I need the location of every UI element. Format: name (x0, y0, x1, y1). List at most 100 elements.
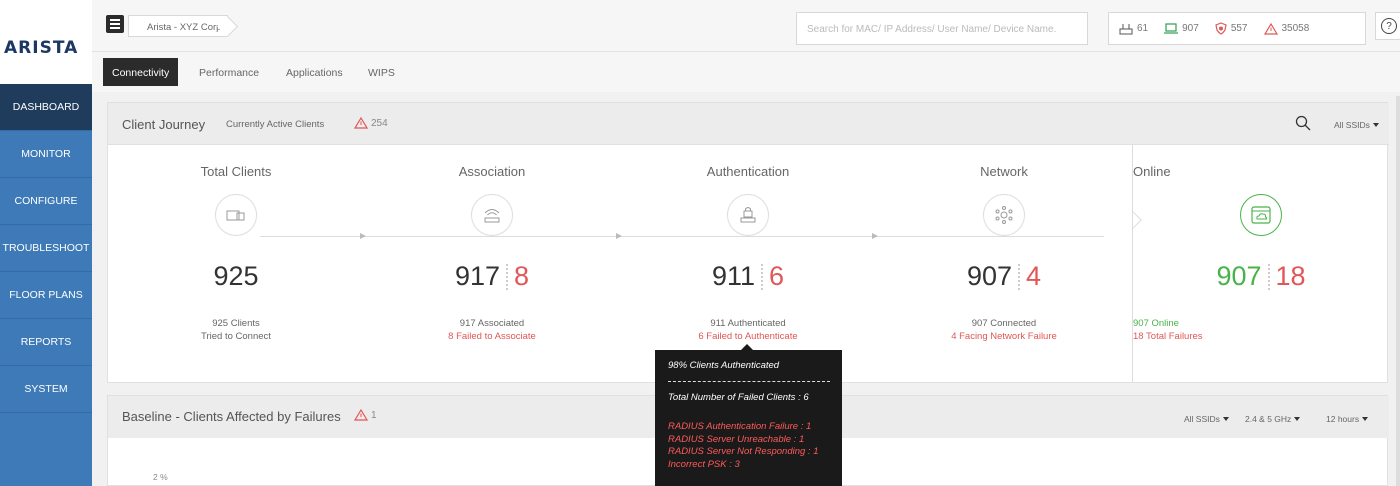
logo-text: ARISTA (4, 38, 79, 58)
caret-down-icon (1362, 417, 1369, 421)
network-gear-icon (983, 194, 1025, 236)
tab-bar: Connectivity Performance Applications WI… (92, 52, 1400, 92)
warning-icon (354, 117, 368, 129)
tab-connectivity[interactable]: Connectivity (103, 58, 179, 86)
stage-count: 917 (454, 261, 501, 291)
online-line: 907 Online (1133, 318, 1179, 329)
sidebar-item-reports[interactable]: REPORTS (0, 319, 92, 366)
baseline-title: Baseline - Clients Affected by Failures (122, 409, 341, 424)
stage-fail-line[interactable]: 6 Failed to Authenticate (620, 330, 876, 343)
status-counters: 61 907 557 35058 (1108, 12, 1366, 45)
ssid-dropdown[interactable]: All SSIDs (1334, 120, 1379, 130)
access-point-count: 61 (1137, 23, 1149, 34)
sidebar-item-floor-plans[interactable]: FLOOR PLANS (0, 272, 92, 319)
ssid-dropdown-label: All SSIDs (1334, 120, 1370, 130)
client-journey-header: Client Journey Currently Active Clients … (108, 103, 1389, 145)
stage-summary: 907 Connected 4 Facing Network Failure (876, 317, 1132, 343)
stage-line: Tried to Connect (201, 331, 271, 342)
stage-numbers: 917 8 (364, 261, 620, 292)
search-input[interactable]: Search for MAC/ IP Address/ User Name/ D… (796, 12, 1088, 45)
search-icon[interactable] (1295, 115, 1311, 131)
card-title: Client Journey (122, 117, 206, 132)
warning-icon (354, 409, 368, 421)
access-point-icon (1119, 23, 1133, 34)
stage-numbers: 911 6 (620, 261, 876, 292)
page-scrollbar[interactable] (1396, 96, 1400, 486)
breadcrumb[interactable]: Arista - XYZ Corp (128, 15, 228, 37)
help-icon: ? (1381, 18, 1397, 34)
dropdown-label: All SSIDs (1184, 414, 1220, 424)
baseline-alerts[interactable]: 1 (354, 409, 377, 421)
hamburger-menu-icon[interactable] (106, 15, 124, 33)
sidebar-item-dashboard[interactable]: DASHBOARD (0, 84, 92, 131)
ssid-dropdown[interactable]: All SSIDs (1184, 414, 1229, 424)
client-counter[interactable]: 907 (1164, 23, 1199, 34)
stage-summary: 907 Online 18 Total Failures (1133, 317, 1389, 343)
stage-fail-count: 8 (514, 261, 530, 291)
stage-line: 917 Associated (459, 318, 525, 329)
alert-count: 254 (371, 117, 388, 129)
stage-fail-count: 4 (1026, 261, 1042, 291)
sidebar-item-configure[interactable]: CONFIGURE (0, 178, 92, 225)
failure-item: RADIUS Server Not Responding : 1 (668, 446, 819, 457)
sidebar: ARISTA DASHBOARD MONITOR CONFIGURE TROUB… (0, 0, 92, 486)
tab-applications[interactable]: Applications (277, 58, 352, 86)
alert-counter[interactable]: 35058 (1263, 22, 1310, 35)
number-divider (506, 263, 509, 290)
dropdown-label: 2.4 & 5 GHz (1245, 414, 1292, 424)
help-button[interactable]: ? (1375, 12, 1400, 40)
y-axis-tick: 2 % (153, 472, 168, 482)
stage-summary: 917 Associated 8 Failed to Associate (364, 317, 620, 343)
sidebar-item-troubleshoot[interactable]: TROUBLESHOOT (0, 225, 92, 272)
active-client-alerts[interactable]: 254 (354, 117, 388, 129)
stage-total-clients[interactable]: Total Clients 925 925 Clients Tried to C… (108, 145, 364, 383)
number-divider (1018, 263, 1021, 290)
stage-network[interactable]: Network 907 4 907 Connected 4 Facing Net… (876, 145, 1132, 383)
shield-icon (1215, 22, 1227, 35)
stage-numbers: 925 (108, 261, 364, 292)
stage-fail-line[interactable]: 4 Facing Network Failure (876, 330, 1132, 343)
stage-summary: 925 Clients Tried to Connect (108, 317, 364, 343)
dropdown-label: 12 hours (1326, 414, 1360, 424)
number-divider (761, 263, 763, 290)
tooltip-failure-list: RADIUS Authentication Failure : 1 RADIUS… (668, 421, 818, 471)
caret-down-icon (1372, 123, 1379, 127)
stage-line: 911 Authenticated (710, 318, 786, 329)
sidebar-item-monitor[interactable]: MONITOR (0, 131, 92, 178)
devices-icon (215, 194, 257, 236)
stage-line: 907 Connected (971, 318, 1037, 329)
arista-logo[interactable]: ARISTA (0, 0, 92, 84)
stage-numbers: 907 4 (876, 261, 1132, 292)
stage-count: 907 (966, 261, 1013, 291)
wips-counter[interactable]: 557 (1215, 22, 1248, 35)
stage-count: 911 (711, 261, 755, 291)
client-journey-card: Client Journey Currently Active Clients … (107, 102, 1389, 383)
alert-count: 35058 (1281, 23, 1310, 34)
online-count: 907 (1216, 261, 1262, 291)
band-dropdown[interactable]: 2.4 & 5 GHz (1245, 414, 1301, 424)
time-range-dropdown[interactable]: 12 hours (1326, 414, 1369, 424)
cloud-window-icon (1240, 194, 1282, 236)
failure-item: Incorrect PSK : 3 (668, 458, 740, 470)
tab-performance[interactable]: Performance (190, 58, 268, 86)
laptop-icon (1164, 23, 1179, 34)
failure-item: RADIUS Authentication Failure : 1 (668, 421, 812, 432)
stage-online[interactable]: Online 907 18 907 Online 18 Total Failur… (1132, 145, 1388, 383)
stage-title: Association (458, 164, 526, 179)
stage-title: Network (980, 164, 1028, 179)
access-point-counter[interactable]: 61 (1119, 23, 1148, 35)
caret-down-icon (1222, 417, 1229, 421)
sidebar-item-system[interactable]: SYSTEM (0, 366, 92, 413)
total-failures-line[interactable]: 18 Total Failures (1133, 330, 1389, 343)
stage-fail-line[interactable]: 8 Failed to Associate (364, 330, 620, 343)
lock-router-icon (727, 194, 769, 236)
stage-numbers: 907 18 (1133, 261, 1389, 292)
tab-wips[interactable]: WIPS (359, 58, 404, 86)
alert-icon (1263, 22, 1278, 35)
stage-title: Total Clients (200, 164, 272, 179)
stage-count: 925 (213, 261, 259, 291)
stage-association[interactable]: Association 917 8 917 Associated 8 Faile… (364, 145, 620, 383)
wifi-router-icon (471, 194, 513, 236)
tooltip-title: 98% Clients Authenticated (668, 360, 780, 371)
wips-count: 557 (1230, 23, 1248, 34)
